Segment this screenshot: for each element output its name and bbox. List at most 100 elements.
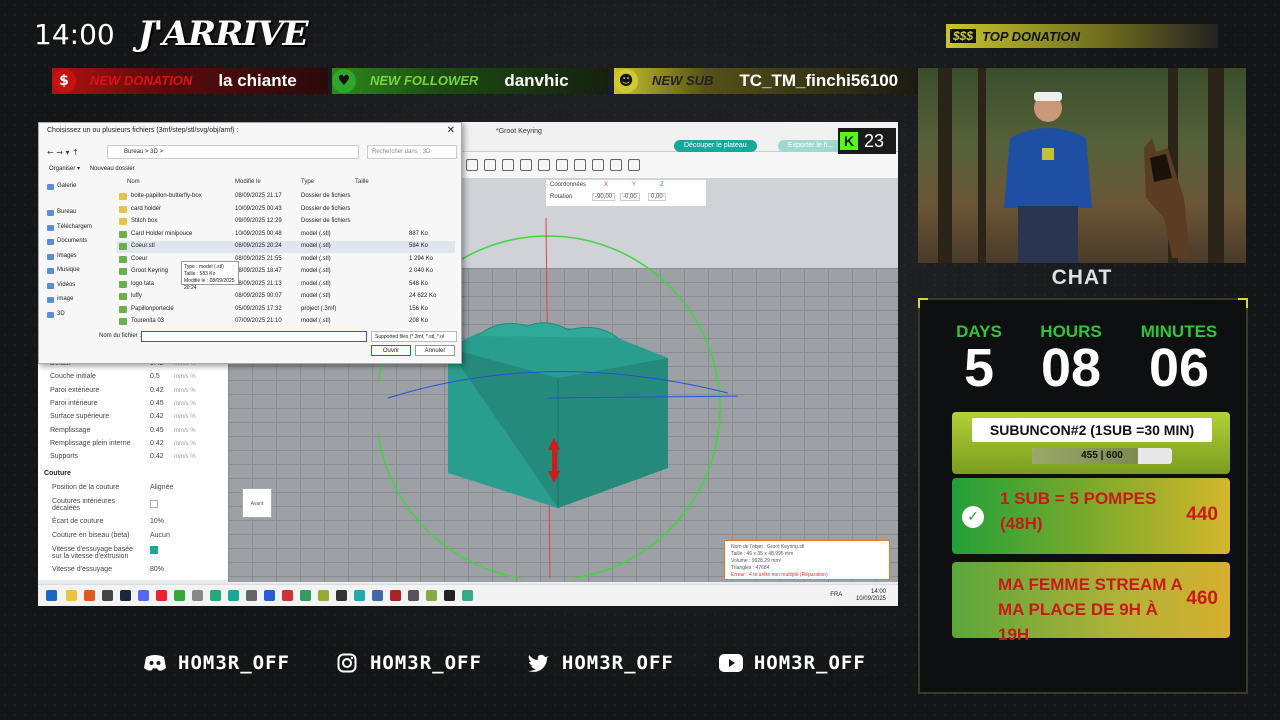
cut-icon[interactable] xyxy=(538,159,550,171)
app-icon[interactable] xyxy=(426,590,437,601)
explorer-icon[interactable] xyxy=(66,590,77,601)
nav-item[interactable]: Téléchargem xyxy=(57,224,92,230)
biseau-select[interactable]: Aucun xyxy=(150,532,170,539)
export-button[interactable]: Exporter le fi... xyxy=(778,140,844,152)
file-row[interactable]: Coeur 08/09/2025 21:55 model (.stl) 1 294 K… xyxy=(117,254,455,266)
ecart-value[interactable]: 10% xyxy=(150,518,164,525)
goal-card: ✓ 1 SUB = 5 POMPES (48H) 440 xyxy=(952,478,1230,554)
rotation-y-input[interactable]: -0,00 xyxy=(620,193,640,201)
app-icon[interactable] xyxy=(264,590,275,601)
app-icon[interactable] xyxy=(300,590,311,601)
brave-icon[interactable] xyxy=(84,590,95,601)
param-value[interactable]: 0.5 xyxy=(150,373,160,380)
file-row[interactable]: luffy 08/09/2025 00:07 model (.stl) 24 622 … xyxy=(117,291,455,303)
start-icon[interactable] xyxy=(46,590,57,601)
col-name[interactable]: Nom xyxy=(127,179,140,185)
app-icon[interactable] xyxy=(246,590,257,601)
file-row[interactable]: Tourenita 03 07/09/2025 21:10 model (.stl)… xyxy=(117,316,455,328)
col-type[interactable]: Type xyxy=(301,179,314,185)
slice-plate-button[interactable]: Découper le plateau xyxy=(674,140,757,152)
checkbox-checked[interactable] xyxy=(150,546,158,554)
param-value[interactable]: 0.42 xyxy=(150,413,164,420)
param-value[interactable]: 0.45 xyxy=(150,427,164,434)
nav-item[interactable]: Galerie xyxy=(57,183,76,189)
col-date[interactable]: Modifié le xyxy=(235,179,261,185)
seam-paint-icon[interactable] xyxy=(574,159,586,171)
measure-icon[interactable] xyxy=(610,159,622,171)
filename-input[interactable] xyxy=(141,331,367,342)
assemble-icon[interactable] xyxy=(628,159,640,171)
steam-icon[interactable] xyxy=(120,590,131,601)
file-row[interactable]: logo tata 08/09/2025 21:13 model (.stl) 548… xyxy=(117,279,455,291)
app-icon[interactable] xyxy=(282,590,293,601)
support-paint-icon[interactable] xyxy=(556,159,568,171)
file-row[interactable]: Groot Keyring 08/09/2025 18:47 model (.stl… xyxy=(117,266,455,278)
open-button[interactable]: Ouvrir xyxy=(371,345,411,356)
search-input[interactable]: Rechercher dans : 3D xyxy=(367,145,457,159)
checkbox-unchecked[interactable] xyxy=(150,500,158,508)
language-indicator[interactable]: FRA xyxy=(830,592,842,599)
file-row[interactable]: boite-papillon-butterfly-box 08/09/2025 2… xyxy=(117,191,455,203)
app-icon[interactable] xyxy=(390,590,401,601)
close-icon[interactable]: ✕ xyxy=(447,125,455,136)
rotation-z-input[interactable]: 0,00 xyxy=(648,193,666,201)
xbox-icon[interactable] xyxy=(174,590,185,601)
lay-flat-icon[interactable] xyxy=(520,159,532,171)
nav-item[interactable]: 3D xyxy=(57,311,65,317)
app-icon[interactable] xyxy=(408,590,419,601)
nav-item[interactable]: Images xyxy=(57,253,77,259)
tooltip-line: Modifié le : 08/09/2025 20:24 xyxy=(184,278,235,291)
param-unit: mm/s % xyxy=(174,387,196,394)
param-value[interactable]: 0.42 xyxy=(150,453,164,460)
app-icon[interactable] xyxy=(318,590,329,601)
address-bar[interactable]: Bureau > 3D > xyxy=(107,145,359,159)
app-icon[interactable] xyxy=(336,590,347,601)
app-icon[interactable] xyxy=(462,590,473,601)
file-type: Dossier de fichiers xyxy=(301,205,351,212)
file-date: 08/09/2025 21:55 xyxy=(235,255,282,262)
folder-icon xyxy=(119,193,127,200)
stream-clock: 14:00 xyxy=(34,18,115,51)
file-row[interactable]: Coeur.stl 08/09/2025 20:24 model (.stl) 584… xyxy=(117,241,455,253)
app-icon[interactable] xyxy=(192,590,203,601)
couture-position-label: Position de la couture xyxy=(52,484,120,491)
scale-icon[interactable] xyxy=(502,159,514,171)
view-cube[interactable]: Avant xyxy=(242,488,272,518)
vitesse2-value[interactable]: 80% xyxy=(150,566,164,573)
system-tray[interactable]: FRA 14:00 10/09/2025 xyxy=(830,589,886,603)
cancel-button[interactable]: Annuler xyxy=(415,345,455,356)
filetype-select[interactable]: Supported files (*.3mf, *.stl, *.ol xyxy=(371,331,457,342)
organise-button[interactable]: Organiser ▾ xyxy=(49,166,80,172)
nav-item[interactable]: Musique xyxy=(57,267,80,273)
rotation-x-input[interactable]: -90,00 xyxy=(592,193,616,201)
nav-arrows[interactable]: ← → ▾ ↑ xyxy=(47,148,79,157)
app-icon[interactable] xyxy=(372,590,383,601)
alert-tag: NEW DONATION xyxy=(90,73,193,88)
col-size[interactable]: Taille xyxy=(355,179,369,185)
app-icon[interactable] xyxy=(210,590,221,601)
slicer-app-icon[interactable] xyxy=(228,590,239,601)
nav-item[interactable]: image xyxy=(57,296,73,302)
app-icon[interactable] xyxy=(102,590,113,601)
file-row[interactable]: Stitch box 09/09/2025 12:29 Dossier de fic… xyxy=(117,216,455,228)
text-icon[interactable] xyxy=(592,159,604,171)
obs-icon[interactable] xyxy=(156,590,167,601)
app-icon[interactable] xyxy=(354,590,365,601)
discord-app-icon[interactable] xyxy=(138,590,149,601)
app-icon[interactable] xyxy=(444,590,455,601)
move-icon[interactable] xyxy=(466,159,478,171)
param-value[interactable]: 0.42 xyxy=(150,387,164,394)
social-handle: HOM3R_OFF xyxy=(369,652,482,674)
param-value[interactable]: 0.42 xyxy=(150,440,164,447)
param-label: Couche initiale xyxy=(50,373,96,381)
nav-item[interactable]: Vidéos xyxy=(57,282,75,288)
rotate-icon[interactable] xyxy=(484,159,496,171)
file-row[interactable]: Card Holder minipouce 10/09/2025 00:48 mod… xyxy=(117,229,455,241)
file-row[interactable]: card holder 10/09/2025 00:43 Dossier de fi… xyxy=(117,204,455,216)
nav-item[interactable]: Documents xyxy=(57,238,87,244)
param-value[interactable]: 0.45 xyxy=(150,400,164,407)
file-row[interactable]: Papillonporteclé 05/09/2025 17:32 project … xyxy=(117,304,455,316)
couture-position-select[interactable]: Alignée xyxy=(150,484,173,491)
new-folder-button[interactable]: Nouveau dossier xyxy=(90,166,135,172)
nav-item[interactable]: Bureau xyxy=(57,209,76,215)
